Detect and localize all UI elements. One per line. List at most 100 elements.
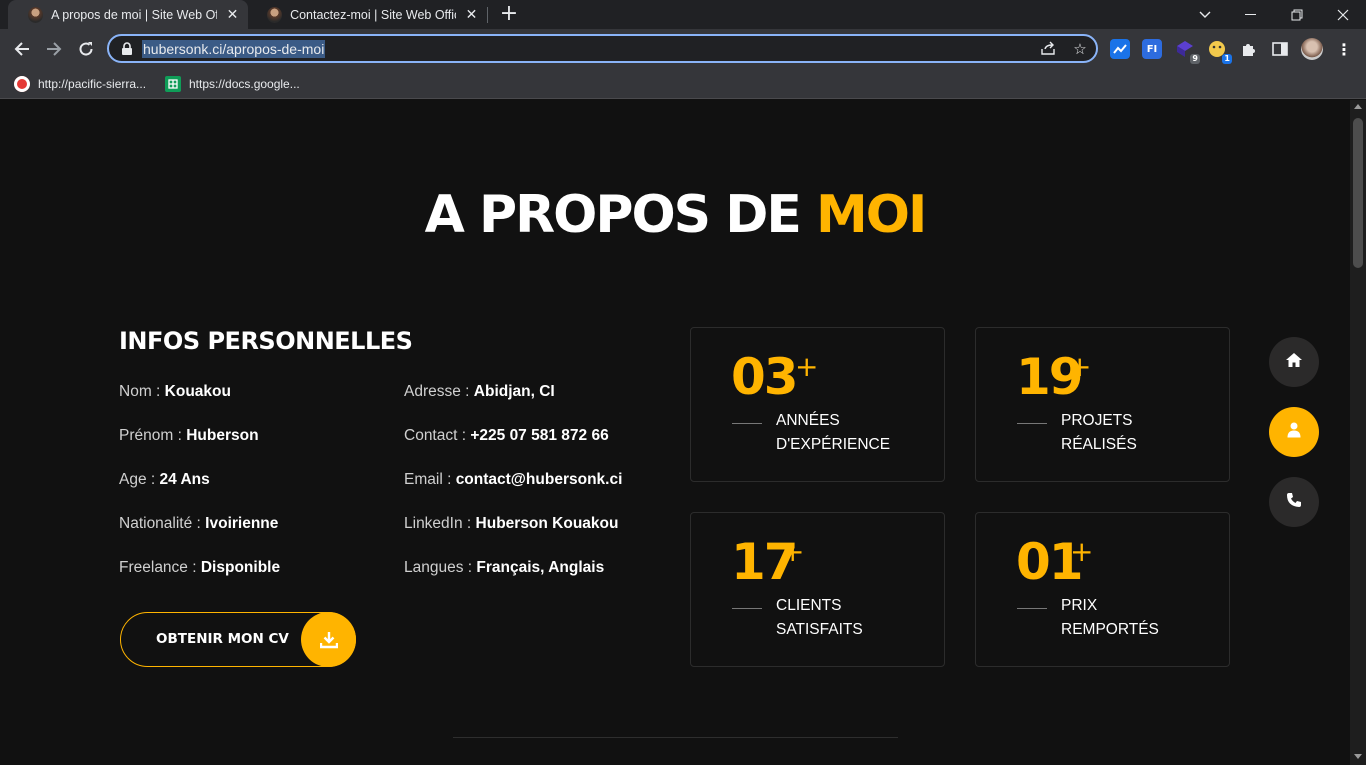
info-value: contact@hubersonk.ci xyxy=(455,471,623,488)
info-value: Abidjan, CI xyxy=(473,383,555,400)
stat-card-clients: 17 + CLIENTS SATISFAITS xyxy=(690,512,945,667)
about-nav-button[interactable] xyxy=(1269,407,1319,457)
tab-favicon xyxy=(28,6,44,23)
new-tab-button[interactable]: + xyxy=(499,3,519,25)
stat-label-line1: ANNÉES xyxy=(776,412,840,429)
close-tab-icon[interactable]: ✕ xyxy=(464,6,479,23)
menu-kebab-icon[interactable]: ⋮ xyxy=(1334,39,1354,59)
bookmark-docs-google[interactable]: https://docs.google... xyxy=(165,74,300,94)
address-bar[interactable]: hubersonk.ci/apropos-de-moi ☆ xyxy=(107,34,1098,63)
reload-button[interactable] xyxy=(72,35,100,63)
browser-toolbar: hubersonk.ci/apropos-de-moi ☆ FI 9 1 ⋮ xyxy=(0,29,1366,69)
minimize-button[interactable] xyxy=(1228,0,1274,29)
extension-badge: 1 xyxy=(1222,54,1232,64)
scrollbar-thumb[interactable] xyxy=(1353,118,1363,268)
extensions-puzzle-icon[interactable] xyxy=(1238,39,1258,59)
stat-label-line2: SATISFAITS xyxy=(776,621,863,638)
stat-card-prix: 01 + PRIX REMPORTÉS xyxy=(975,512,1230,667)
info-value: Huberson Kouakou xyxy=(475,515,619,532)
share-icon[interactable] xyxy=(1039,40,1057,58)
home-nav-button[interactable] xyxy=(1269,337,1319,387)
info-label: Nationalité : xyxy=(119,515,201,532)
scroll-down-arrow[interactable] xyxy=(1354,754,1362,759)
contact-nav-button[interactable] xyxy=(1269,477,1319,527)
bookmarks-bar: http://pacific-sierra... https://docs.go… xyxy=(0,69,1366,99)
extension-yellow-icon[interactable]: 1 xyxy=(1207,39,1232,64)
info-email: Email : contact@hubersonk.ci xyxy=(404,471,622,489)
tab-favicon xyxy=(267,6,283,23)
info-label: Nom : xyxy=(119,383,161,400)
home-icon xyxy=(1285,352,1303,372)
info-adresse: Adresse : Abidjan, CI xyxy=(404,383,555,401)
page-scrollbar[interactable] xyxy=(1350,100,1366,765)
bookmark-label: http://pacific-sierra... xyxy=(38,77,147,91)
tab-contact[interactable]: Contactez-moi | Site Web Officiel ✕ xyxy=(247,0,487,29)
stat-plus: + xyxy=(781,535,805,568)
info-label: Prénom : xyxy=(119,427,182,444)
tab-apropos[interactable]: A propos de moi | Site Web Offic ✕ xyxy=(8,0,248,29)
bookmark-pacific-sierra[interactable]: http://pacific-sierra... xyxy=(14,74,146,94)
page-title-highlight: MOI xyxy=(816,185,927,245)
lock-icon[interactable] xyxy=(121,41,135,57)
info-value: Ivoirienne xyxy=(205,515,279,532)
bookmark-label: https://docs.google... xyxy=(189,77,300,91)
info-value: +225 07 581 872 66 xyxy=(470,427,609,444)
extension-chart-icon[interactable] xyxy=(1110,39,1130,59)
info-value: Huberson xyxy=(186,427,259,444)
info-label: LinkedIn : xyxy=(404,515,472,532)
green-sheets-icon xyxy=(165,76,181,92)
bookmark-star-icon[interactable]: ☆ xyxy=(1071,40,1089,58)
stat-label-line2: REMPORTÉS xyxy=(1061,621,1159,638)
stat-divider xyxy=(1017,423,1047,424)
extension-badge: 9 xyxy=(1190,54,1200,64)
tab-separator xyxy=(487,7,488,23)
stat-plus: + xyxy=(1070,535,1094,568)
info-value: 24 Ans xyxy=(159,471,210,488)
info-age: Age : 24 Ans xyxy=(119,471,210,489)
extension-fi-icon[interactable]: FI xyxy=(1142,39,1162,59)
info-label: Age : xyxy=(119,471,156,488)
tab-bar: A propos de moi | Site Web Offic ✕ Conta… xyxy=(0,0,1366,29)
info-value: Disponible xyxy=(200,559,281,576)
stat-label-line1: CLIENTS xyxy=(776,597,842,614)
infos-title: INFOS PERSONNELLES xyxy=(119,327,413,355)
info-prenom: Prénom : Huberson xyxy=(119,427,259,445)
tab-search-icon[interactable] xyxy=(1182,0,1228,29)
page-title: A PROPOS DE MOI xyxy=(0,185,1350,245)
stat-label-line1: PRIX xyxy=(1061,597,1098,614)
tab-title: A propos de moi | Site Web Offic xyxy=(51,7,217,22)
stat-plus: + xyxy=(1068,350,1092,383)
back-button[interactable] xyxy=(8,35,36,63)
user-icon xyxy=(1287,422,1301,442)
info-label: Adresse : xyxy=(404,383,470,400)
info-value: Kouakou xyxy=(164,383,231,400)
stat-divider xyxy=(1017,608,1047,609)
page-content: A PROPOS DE MOI INFOS PERSONNELLES Nom :… xyxy=(0,100,1350,765)
url-text[interactable]: hubersonk.ci/apropos-de-moi xyxy=(142,40,326,58)
stat-label-line1: PROJETS xyxy=(1061,412,1133,429)
section-divider xyxy=(453,737,898,738)
download-cv-button[interactable]: OBTENIR MON CV xyxy=(120,612,356,667)
profile-avatar[interactable] xyxy=(1301,38,1323,60)
info-label: Langues : xyxy=(404,559,473,576)
side-panel-icon[interactable] xyxy=(1270,39,1290,59)
info-nom: Nom : Kouakou xyxy=(119,383,231,401)
extension-puzzle-purple-icon[interactable]: 9 xyxy=(1175,39,1200,64)
forward-button[interactable] xyxy=(40,35,68,63)
stat-number: 03 xyxy=(731,348,799,406)
info-label: Freelance : xyxy=(119,559,197,576)
stat-divider xyxy=(732,608,762,609)
info-nationalite: Nationalité : Ivoirienne xyxy=(119,515,278,533)
close-window-button[interactable] xyxy=(1320,0,1366,29)
info-langues: Langues : Français, Anglais xyxy=(404,559,604,577)
info-linkedin: LinkedIn : Huberson Kouakou xyxy=(404,515,618,533)
stat-label-line2: D'EXPÉRIENCE xyxy=(776,436,891,453)
close-tab-icon[interactable]: ✕ xyxy=(225,6,240,23)
restore-button[interactable] xyxy=(1274,0,1320,29)
phone-icon xyxy=(1286,492,1302,512)
info-contact: Contact : +225 07 581 872 66 xyxy=(404,427,609,445)
scroll-up-arrow[interactable] xyxy=(1354,104,1362,109)
tab-title: Contactez-moi | Site Web Officiel xyxy=(290,7,456,22)
stat-plus: + xyxy=(795,350,819,383)
download-icon xyxy=(301,612,356,667)
